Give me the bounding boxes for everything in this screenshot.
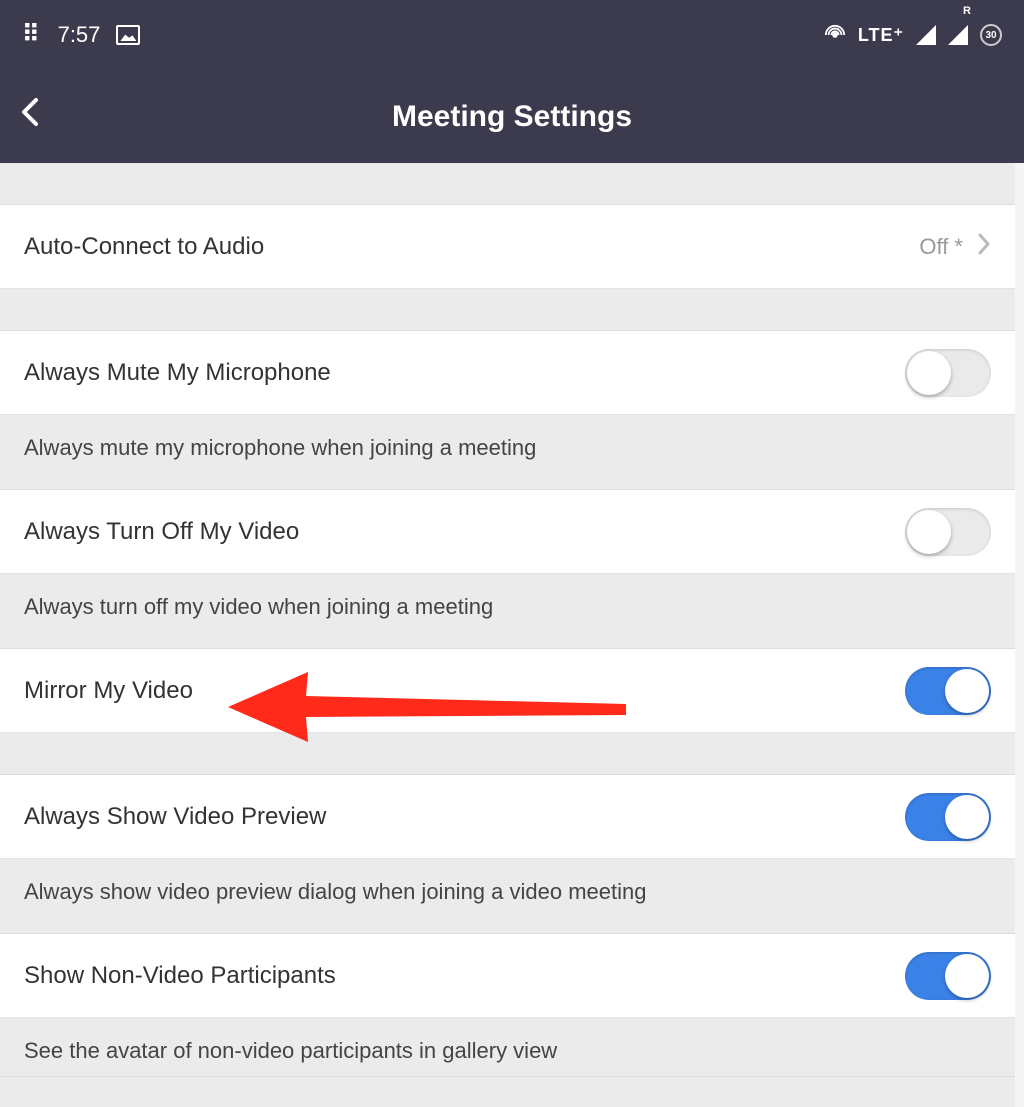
toggle-knob xyxy=(907,510,951,554)
section-gap xyxy=(0,733,1015,775)
page-title: Meeting Settings xyxy=(392,100,632,134)
mirror-video-toggle[interactable] xyxy=(905,667,991,715)
network-label: LTE⁺ xyxy=(858,25,904,46)
video-preview-toggle[interactable] xyxy=(905,793,991,841)
video-preview-row: Always Show Video Preview xyxy=(0,775,1015,859)
battery-badge: 30 xyxy=(980,24,1002,46)
status-time: 7:57 xyxy=(58,22,101,48)
mirror-video-label: Mirror My Video xyxy=(24,677,193,705)
video-preview-desc: Always show video preview dialog when jo… xyxy=(0,859,1015,934)
auto-connect-value: Off * xyxy=(919,234,963,260)
turn-off-video-label: Always Turn Off My Video xyxy=(24,518,299,546)
settings-content: Auto-Connect to Audio Off * Always Mute … xyxy=(0,163,1015,1077)
signal-icon-1 xyxy=(916,25,936,45)
auto-connect-value-wrap: Off * xyxy=(919,231,991,263)
signal-icon-2: R xyxy=(948,25,968,45)
header-bar: Meeting Settings xyxy=(0,70,1024,163)
auto-connect-row[interactable]: Auto-Connect to Audio Off * xyxy=(0,205,1015,289)
non-video-toggle[interactable] xyxy=(905,952,991,1000)
hotspot-icon xyxy=(824,24,846,46)
status-left: ⠿ 7:57 xyxy=(22,22,140,48)
auto-connect-label: Auto-Connect to Audio xyxy=(24,233,264,261)
mute-mic-toggle[interactable] xyxy=(905,349,991,397)
video-preview-label: Always Show Video Preview xyxy=(24,803,326,831)
turn-off-video-desc: Always turn off my video when joining a … xyxy=(0,574,1015,649)
mute-mic-row: Always Mute My Microphone xyxy=(0,331,1015,415)
non-video-label: Show Non-Video Participants xyxy=(24,962,336,990)
mute-mic-desc: Always mute my microphone when joining a… xyxy=(0,415,1015,490)
status-bar: ⠿ 7:57 LTE⁺ R 30 xyxy=(0,0,1024,70)
turn-off-video-toggle[interactable] xyxy=(905,508,991,556)
back-button[interactable] xyxy=(20,96,40,137)
toggle-knob xyxy=(945,954,989,998)
non-video-row: Show Non-Video Participants xyxy=(0,934,1015,1018)
chevron-right-icon xyxy=(977,231,991,263)
scrollbar[interactable] xyxy=(1015,163,1024,1107)
toggle-knob xyxy=(945,669,989,713)
mirror-video-row: Mirror My Video xyxy=(0,649,1015,733)
toggle-knob xyxy=(907,351,951,395)
status-right: LTE⁺ R 30 xyxy=(824,24,1002,46)
image-icon xyxy=(116,25,140,45)
section-gap xyxy=(0,163,1015,205)
chevron-left-icon xyxy=(20,96,40,128)
mute-mic-label: Always Mute My Microphone xyxy=(24,359,331,387)
section-gap xyxy=(0,289,1015,331)
turn-off-video-row: Always Turn Off My Video xyxy=(0,490,1015,574)
toggle-knob xyxy=(945,795,989,839)
non-video-desc: See the avatar of non-video participants… xyxy=(0,1018,1015,1077)
